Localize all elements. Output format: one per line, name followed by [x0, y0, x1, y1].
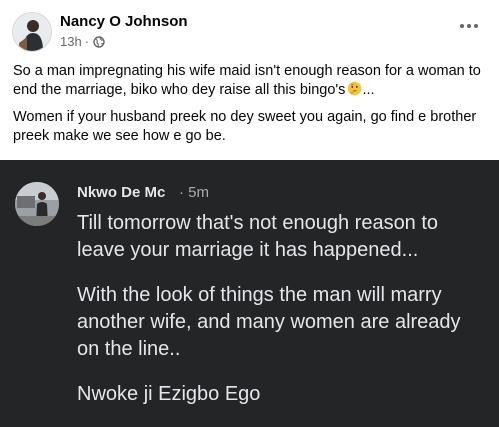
commenter-name: Nkwo De Mc	[77, 184, 166, 201]
comment-line-2: With the look of things the man will mar…	[77, 284, 461, 360]
commenter-avatar	[15, 182, 59, 226]
comment-line-1: Till tomorrow that's not enough reason t…	[77, 212, 439, 261]
post-paragraph-1-text: So a man impregnating his wife maid isn'…	[13, 63, 481, 98]
post-paragraph-2: Women if your husband preek no dey sweet…	[13, 109, 477, 144]
post-text: So a man impregnating his wife maid isn'…	[13, 62, 491, 154]
author-name[interactable]: Nancy O Johnson	[60, 13, 188, 30]
shared-comment-screenshot[interactable]: Nkwo De Mc · 5m Till tomorrow that's not…	[0, 160, 499, 427]
meta-separator: ·	[84, 34, 90, 49]
comment-line-3: Nwoke ji Ezigbo Ego	[77, 383, 261, 405]
post-time[interactable]: 13h	[60, 34, 82, 49]
post-header: Nancy O Johnson 13h ·	[0, 0, 499, 60]
comment-time: · 5m	[179, 184, 209, 201]
comment-body: Till tomorrow that's not enough reason t…	[77, 210, 487, 426]
thinking-face-icon	[348, 81, 362, 96]
post-paragraph-1-suffix: ...	[362, 82, 375, 98]
post-meta: 13h ·	[60, 34, 105, 49]
more-dot-icon	[460, 24, 464, 28]
globe-icon	[93, 35, 105, 48]
more-dot-icon	[474, 24, 478, 28]
author-avatar[interactable]	[12, 12, 52, 52]
more-options-button[interactable]	[457, 20, 481, 32]
more-dot-icon	[467, 24, 471, 28]
post-paragraph-1: So a man impregnating his wife maid isn'…	[13, 62, 491, 100]
